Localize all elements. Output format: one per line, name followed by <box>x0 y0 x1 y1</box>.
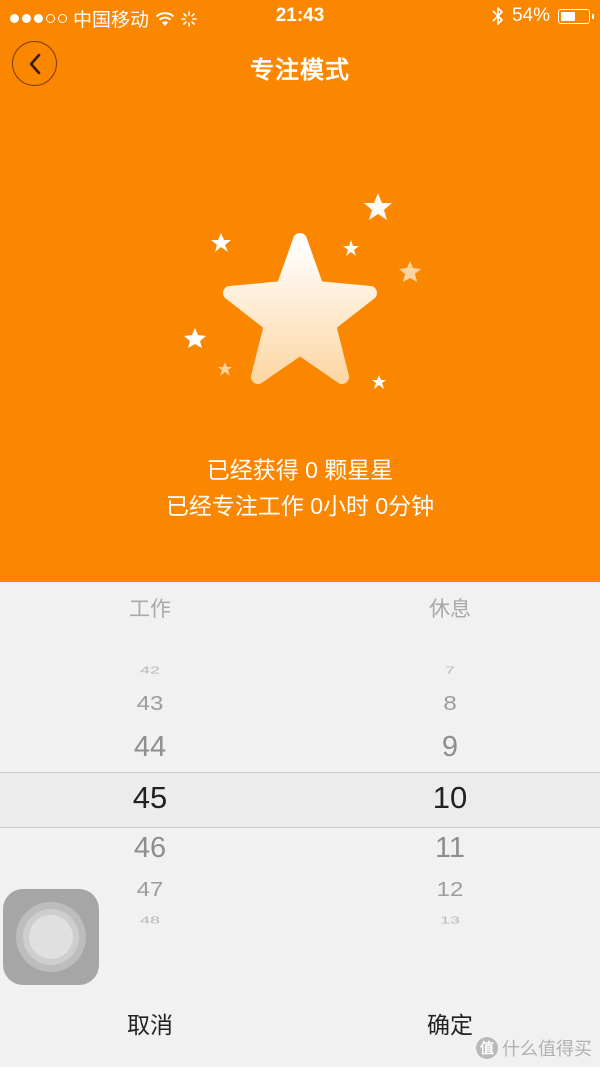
wheel-option[interactable]: 43 <box>0 692 300 716</box>
assistive-touch-button[interactable] <box>3 889 99 985</box>
watermark-logo-icon: 值 <box>476 1037 498 1059</box>
work-column-label: 工作 <box>129 598 171 621</box>
time-picker: 工作 休息 42 43 44 45 46 47 48 7 8 9 10 11 1… <box>0 582 600 1067</box>
wheel-option[interactable]: 12 <box>300 878 600 902</box>
stars-illustration-icon <box>184 193 421 389</box>
watermark: 值 什么值得买 <box>476 1035 592 1061</box>
watermark-text: 什么值得买 <box>502 1039 592 1059</box>
wheel-option[interactable]: 13 <box>300 915 600 927</box>
bluetooth-icon <box>492 7 503 25</box>
rest-column-label: 休息 <box>429 598 471 621</box>
wheel-option[interactable]: 46 <box>0 832 300 865</box>
header-area: 中国移动 21:43 54% 专注模式 已经获得 0 颗星星 已经专注工作 0小… <box>0 0 600 582</box>
page-title: 专注模式 <box>250 57 350 84</box>
battery-icon <box>558 8 594 24</box>
assistive-touch-icon <box>16 902 86 972</box>
battery-percent: 54% <box>511 5 550 26</box>
status-bar: 中国移动 21:43 54% <box>0 0 600 32</box>
focus-time-text: 已经专注工作 0小时 0分钟 <box>165 493 435 519</box>
rest-selected-value[interactable]: 10 <box>300 780 600 816</box>
wheel-option[interactable]: 42 <box>0 665 300 677</box>
wheel-option[interactable]: 11 <box>300 832 600 865</box>
stars-earned-text: 已经获得 0 颗星星 <box>206 457 394 483</box>
work-selected-value[interactable]: 45 <box>0 780 300 816</box>
wheel-option[interactable]: 9 <box>300 731 600 764</box>
wheel-option[interactable]: 44 <box>0 731 300 764</box>
cancel-button[interactable]: 取消 <box>0 1006 300 1040</box>
wheel-option[interactable]: 8 <box>300 692 600 716</box>
wheel-option[interactable]: 7 <box>300 665 600 677</box>
status-right: 54% <box>492 5 594 27</box>
